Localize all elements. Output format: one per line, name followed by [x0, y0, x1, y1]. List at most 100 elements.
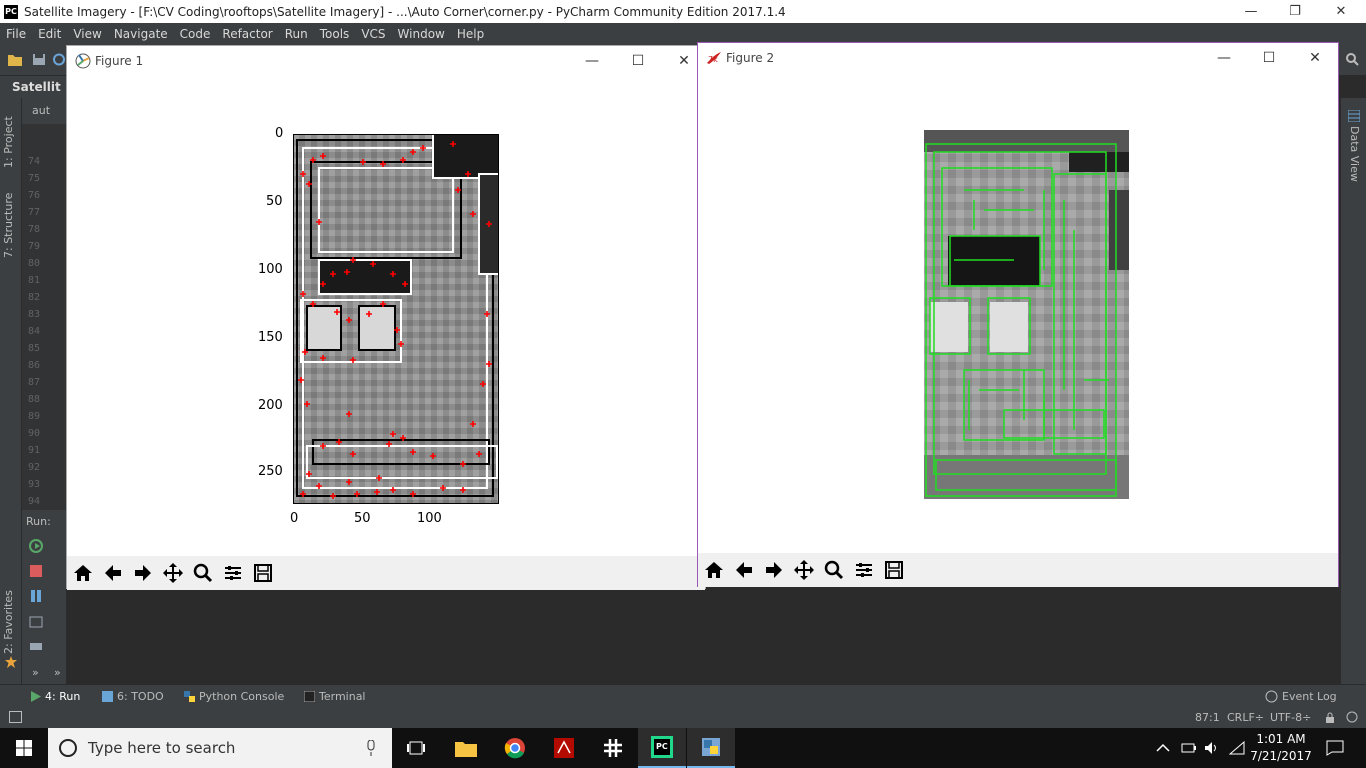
x-tick-label: 0: [290, 511, 299, 526]
minimize-button[interactable]: —: [1228, 0, 1274, 23]
close-button[interactable]: ✕: [1318, 0, 1364, 23]
home-button[interactable]: [69, 559, 97, 587]
menu-run[interactable]: Run: [279, 27, 314, 41]
menu-code[interactable]: Code: [174, 27, 217, 41]
pan-button[interactable]: [790, 556, 818, 584]
tab-run[interactable]: 4: Run: [30, 690, 80, 703]
tab-todo[interactable]: 6: TODO: [102, 690, 164, 703]
menu-edit[interactable]: Edit: [32, 27, 67, 41]
action-center-tray[interactable]: [1326, 728, 1344, 768]
figure-2-minimize[interactable]: —: [1201, 43, 1247, 73]
save-figure-button[interactable]: [249, 559, 277, 587]
pycharm-logo-icon: PC: [4, 4, 18, 19]
battery-icon: [1181, 743, 1196, 753]
configure-button[interactable]: [219, 559, 247, 587]
menu-tools[interactable]: Tools: [314, 27, 356, 41]
configure-button[interactable]: [850, 556, 878, 584]
menu-window[interactable]: Window: [392, 27, 451, 41]
caret-position[interactable]: 87:1: [1195, 711, 1220, 724]
home-button[interactable]: [700, 556, 728, 584]
forward-button[interactable]: [760, 556, 788, 584]
volume-tray[interactable]: [1204, 728, 1220, 768]
gutter-line: 79: [28, 241, 41, 252]
sync-icon[interactable]: [52, 53, 66, 66]
figure-1-maximize[interactable]: ☐: [615, 46, 661, 76]
pause-icon[interactable]: [28, 588, 44, 604]
back-icon: [105, 565, 121, 581]
back-button[interactable]: [99, 559, 127, 587]
battery-tray[interactable]: [1181, 728, 1197, 768]
chrome-button[interactable]: [491, 728, 539, 768]
restore-layout-icon[interactable]: [28, 614, 44, 630]
zoom-button[interactable]: [820, 556, 848, 584]
project-tree-node[interactable]: aut: [22, 98, 66, 124]
pan-icon: [794, 560, 814, 580]
back-button[interactable]: [730, 556, 758, 584]
gutter-line: 82: [28, 292, 41, 303]
y-tick-label: 150: [258, 330, 283, 345]
zoom-button[interactable]: [189, 559, 217, 587]
figure-2-close[interactable]: ✕: [1292, 43, 1338, 73]
menu-navigate[interactable]: Navigate: [108, 27, 174, 41]
tab-project[interactable]: 1: Project: [2, 116, 15, 168]
acrobat-button[interactable]: [540, 728, 588, 768]
file-explorer-button[interactable]: [442, 728, 490, 768]
navigation-breadcrumb[interactable]: Satellit: [0, 76, 70, 98]
menu-view[interactable]: View: [67, 27, 107, 41]
toggle-tool-windows-icon[interactable]: [9, 711, 22, 723]
python-console-icon: [184, 691, 195, 702]
python-icon: [702, 738, 720, 756]
tab-structure[interactable]: 7: Structure: [2, 193, 15, 258]
tab-terminal[interactable]: Terminal: [304, 690, 366, 703]
pycharm-button[interactable]: PC: [638, 728, 686, 768]
chevron-up-icon[interactable]: [1156, 743, 1170, 753]
menu-help[interactable]: Help: [451, 27, 490, 41]
python-button[interactable]: [687, 728, 735, 768]
print-icon[interactable]: [28, 638, 44, 654]
figure-2-titlebar: 7k Figure 2 — ☐ ✕: [698, 43, 1338, 73]
event-log-button[interactable]: Event Log: [1265, 690, 1337, 703]
save-all-icon[interactable]: [32, 53, 46, 66]
save-figure-button[interactable]: [880, 556, 908, 584]
rerun-icon[interactable]: [28, 538, 44, 554]
window-titlebar: PC Satellite Imagery - [F:\CV Coding\roo…: [0, 0, 1366, 23]
forward-button[interactable]: [129, 559, 157, 587]
system-tray: [1156, 728, 1170, 768]
tab-data-view[interactable]: Data View: [1348, 126, 1361, 182]
file-encoding[interactable]: UTF-8÷: [1270, 711, 1311, 724]
contour-image: [924, 130, 1129, 499]
inspector-icon[interactable]: [1346, 711, 1358, 723]
clock-time: 1:01 AM: [1256, 732, 1306, 746]
stop-icon[interactable]: [28, 563, 44, 579]
line-separator[interactable]: CRLF÷: [1227, 711, 1264, 724]
start-button[interactable]: [0, 728, 48, 768]
lock-icon[interactable]: [1325, 712, 1335, 723]
todo-icon: [102, 691, 113, 702]
more-actions-button[interactable]: »: [32, 666, 39, 679]
taskbar-search-box[interactable]: Type here to search: [48, 728, 392, 768]
menu-vcs[interactable]: VCS: [355, 27, 391, 41]
menu-refactor[interactable]: Refactor: [216, 27, 278, 41]
file-explorer-icon: [455, 742, 477, 757]
slack-button[interactable]: [589, 728, 637, 768]
task-view-icon: [407, 741, 425, 755]
figure-2-maximize[interactable]: ☐: [1246, 43, 1292, 73]
matplotlib-icon: [75, 53, 91, 69]
gutter-line: 77: [28, 207, 41, 218]
open-folder-icon[interactable]: [8, 53, 22, 66]
task-view-button[interactable]: [392, 728, 440, 768]
network-tray[interactable]: [1229, 728, 1245, 768]
search-everywhere-icon[interactable]: [1345, 53, 1359, 66]
tab-favorites[interactable]: 2: Favorites: [2, 590, 15, 654]
gutter-line: 74: [28, 156, 41, 167]
taskbar-clock[interactable]: 1:01 AM 7/21/2017: [1250, 731, 1312, 765]
figure-1-nav-toolbar: [67, 556, 705, 590]
pan-button[interactable]: [159, 559, 187, 587]
microphone-icon[interactable]: [366, 740, 376, 756]
tab-python-console[interactable]: Python Console: [184, 690, 284, 703]
home-icon: [74, 565, 92, 581]
restore-button[interactable]: ❐: [1272, 0, 1318, 23]
menu-file[interactable]: File: [0, 27, 32, 41]
figure-1-minimize[interactable]: —: [569, 46, 615, 76]
more-actions-button-2[interactable]: »: [54, 666, 61, 679]
